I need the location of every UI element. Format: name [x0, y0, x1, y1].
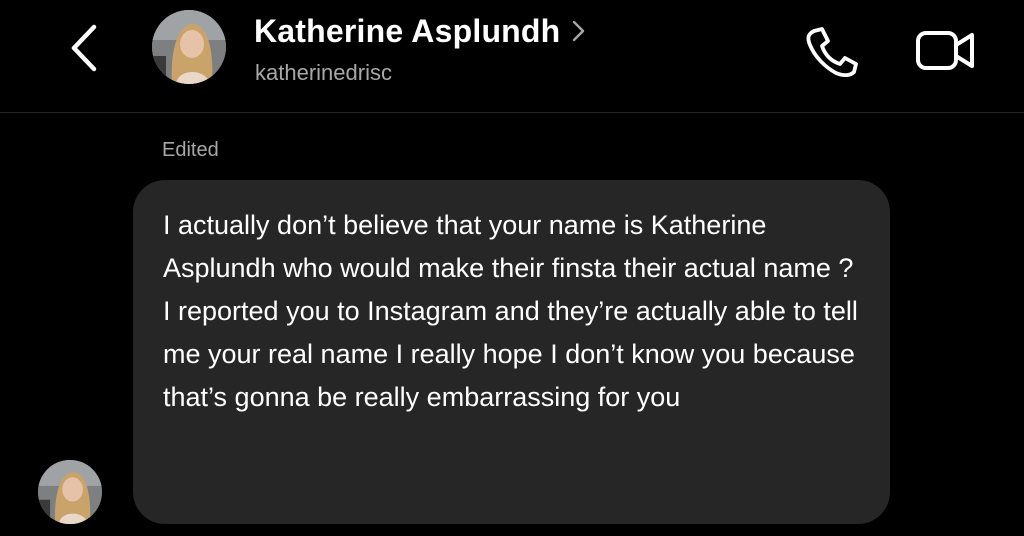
message-bubble[interactable]: I actually don’t believe that your name …: [133, 180, 890, 524]
audio-call-button[interactable]: [800, 22, 860, 78]
contact-avatar[interactable]: [152, 10, 226, 84]
contact-name: Katherine Asplundh: [254, 12, 561, 49]
video-call-button[interactable]: [912, 22, 978, 78]
profile-photo: [152, 10, 226, 84]
sender-avatar[interactable]: [38, 460, 102, 524]
video-camera-icon: [916, 31, 974, 70]
message-text: I actually don’t believe that your name …: [163, 210, 858, 412]
contact-name-link[interactable]: Katherine Asplundh: [254, 8, 586, 54]
phone-icon: [806, 27, 858, 78]
back-button[interactable]: [62, 22, 110, 74]
chat-header: Katherine Asplundh katherinedrisc: [0, 0, 1024, 112]
profile-photo: [38, 460, 102, 524]
header-divider: [0, 112, 1024, 113]
chevron-left-icon: [71, 24, 97, 72]
edited-label: Edited: [162, 139, 219, 161]
contact-username: katherinedrisc: [255, 60, 392, 85]
chevron-right-icon: [573, 20, 585, 42]
